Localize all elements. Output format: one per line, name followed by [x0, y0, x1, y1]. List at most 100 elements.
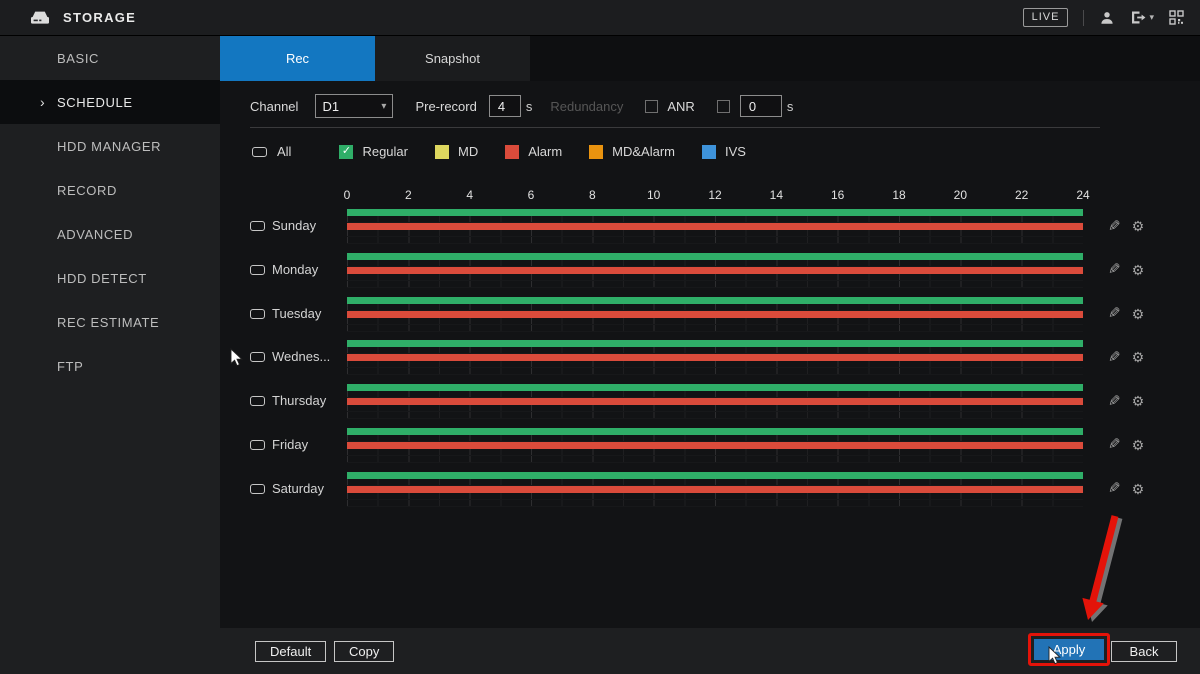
track-md[interactable] — [347, 260, 1083, 267]
legend-checkbox-md-alarm[interactable] — [589, 145, 603, 159]
anr-checkbox[interactable] — [645, 100, 658, 113]
day-checkbox-sunday[interactable] — [250, 221, 265, 231]
anr-label: ANR — [667, 99, 694, 114]
edit-pencil-icon[interactable]: ✎ — [1108, 262, 1121, 277]
all-checkbox[interactable] — [252, 147, 267, 157]
track-alarm[interactable] — [347, 267, 1083, 274]
logout-icon[interactable]: ▾ — [1130, 10, 1154, 25]
settings-gear-icon[interactable]: ⚙ — [1132, 482, 1145, 496]
track-regular[interactable] — [347, 297, 1083, 304]
track-alarm[interactable] — [347, 223, 1083, 230]
track-alarm[interactable] — [347, 311, 1083, 318]
legend-checkbox-alarm[interactable] — [505, 145, 519, 159]
sidebar-item-hdd-detect[interactable]: HDD DETECT — [0, 256, 220, 300]
track-md[interactable] — [347, 347, 1083, 354]
track-md[interactable] — [347, 391, 1083, 398]
settings-gear-icon[interactable]: ⚙ — [1132, 307, 1145, 321]
edit-pencil-icon[interactable]: ✎ — [1108, 350, 1121, 365]
track-md[interactable] — [347, 479, 1083, 486]
storage-drive-icon — [28, 9, 52, 26]
settings-gear-icon[interactable]: ⚙ — [1132, 438, 1145, 452]
track-regular[interactable] — [347, 428, 1083, 435]
track-ivs[interactable] — [347, 325, 1083, 332]
tab-snapshot[interactable]: Snapshot — [375, 36, 530, 81]
sidebar-item-label: HDD MANAGER — [57, 139, 161, 154]
copy-button[interactable]: Copy — [334, 641, 394, 662]
track-alarm[interactable] — [347, 354, 1083, 361]
sidebar-item-basic[interactable]: BASIC — [0, 36, 220, 80]
track-ivs[interactable] — [347, 412, 1083, 419]
track-ivs[interactable] — [347, 456, 1083, 463]
sidebar-item-record[interactable]: RECORD — [0, 168, 220, 212]
track-md[interactable] — [347, 216, 1083, 223]
edit-pencil-icon[interactable]: ✎ — [1108, 394, 1121, 409]
day-checkbox-saturday[interactable] — [250, 484, 265, 494]
settings-gear-icon[interactable]: ⚙ — [1132, 263, 1145, 277]
schedule-segment-alarm — [347, 311, 1083, 318]
legend-checkbox-regular[interactable]: ✓ — [339, 145, 353, 159]
track-ivs[interactable] — [347, 237, 1083, 244]
chevron-right-icon: › — [40, 94, 57, 110]
user-icon[interactable] — [1099, 10, 1115, 26]
track-md-alarm[interactable] — [347, 405, 1083, 412]
sidebar-item-hdd-manager[interactable]: HDD MANAGER — [0, 124, 220, 168]
legend-checkbox-ivs[interactable] — [702, 145, 716, 159]
day-row-saturday: Saturday✎⚙ — [220, 471, 1200, 515]
default-button[interactable]: Default — [255, 641, 326, 662]
track-regular[interactable] — [347, 384, 1083, 391]
track-md-alarm[interactable] — [347, 493, 1083, 500]
track-regular[interactable] — [347, 472, 1083, 479]
tab-rec[interactable]: Rec — [220, 36, 375, 81]
track-md-alarm[interactable] — [347, 230, 1083, 237]
legend-label: MD&Alarm — [612, 144, 675, 159]
sidebar-item-advanced[interactable]: ADVANCED — [0, 212, 220, 256]
edit-pencil-icon[interactable]: ✎ — [1108, 219, 1121, 234]
edit-pencil-icon[interactable]: ✎ — [1108, 437, 1121, 452]
track-md[interactable] — [347, 304, 1083, 311]
settings-gear-icon[interactable]: ⚙ — [1132, 394, 1145, 408]
track-regular[interactable] — [347, 253, 1083, 260]
track-md-alarm[interactable] — [347, 274, 1083, 281]
legend-checkbox-md[interactable] — [435, 145, 449, 159]
track-ivs[interactable] — [347, 281, 1083, 288]
qr-code-icon[interactable] — [1169, 10, 1184, 25]
track-md[interactable] — [347, 435, 1083, 442]
track-md-alarm[interactable] — [347, 449, 1083, 456]
schedule-segment-alarm — [347, 486, 1083, 493]
live-button[interactable]: LIVE — [1023, 8, 1069, 27]
day-checkbox-thursday[interactable] — [250, 396, 265, 406]
edit-pencil-icon[interactable]: ✎ — [1108, 306, 1121, 321]
legend-item-md-alarm: MD&Alarm — [589, 144, 675, 159]
track-ivs[interactable] — [347, 368, 1083, 375]
back-button[interactable]: Back — [1111, 641, 1177, 662]
track-alarm[interactable] — [347, 442, 1083, 449]
day-checkbox-wednes[interactable] — [250, 352, 265, 362]
schedule-tracks — [347, 209, 1083, 244]
anr-time-checkbox[interactable] — [717, 100, 730, 113]
channel-select[interactable]: D1 ▾ — [315, 94, 393, 118]
track-alarm[interactable] — [347, 398, 1083, 405]
track-md-alarm[interactable] — [347, 318, 1083, 325]
sidebar-item-schedule[interactable]: ›SCHEDULE — [0, 80, 220, 124]
hour-tick-label: 20 — [954, 188, 967, 202]
track-regular[interactable] — [347, 340, 1083, 347]
apply-button[interactable]: Apply — [1034, 639, 1104, 660]
prerecord-input[interactable]: 4 — [489, 95, 521, 117]
page-title: STORAGE — [63, 10, 136, 25]
day-checkbox-friday[interactable] — [250, 440, 265, 450]
track-ivs[interactable] — [347, 500, 1083, 507]
track-regular[interactable] — [347, 209, 1083, 216]
day-checkbox-tuesday[interactable] — [250, 309, 265, 319]
track-alarm[interactable] — [347, 486, 1083, 493]
edit-pencil-icon[interactable]: ✎ — [1108, 481, 1121, 496]
hour-tick-label: 2 — [405, 188, 412, 202]
schedule-segment-regular — [347, 297, 1083, 304]
legend-all[interactable]: All — [252, 144, 291, 159]
settings-gear-icon[interactable]: ⚙ — [1132, 350, 1145, 364]
day-checkbox-monday[interactable] — [250, 265, 265, 275]
sidebar-item-rec-estimate[interactable]: REC ESTIMATE — [0, 300, 220, 344]
track-md-alarm[interactable] — [347, 361, 1083, 368]
sidebar-item-ftp[interactable]: FTP — [0, 344, 220, 388]
anr-time-input[interactable]: 0 — [740, 95, 782, 117]
settings-gear-icon[interactable]: ⚙ — [1132, 219, 1145, 233]
